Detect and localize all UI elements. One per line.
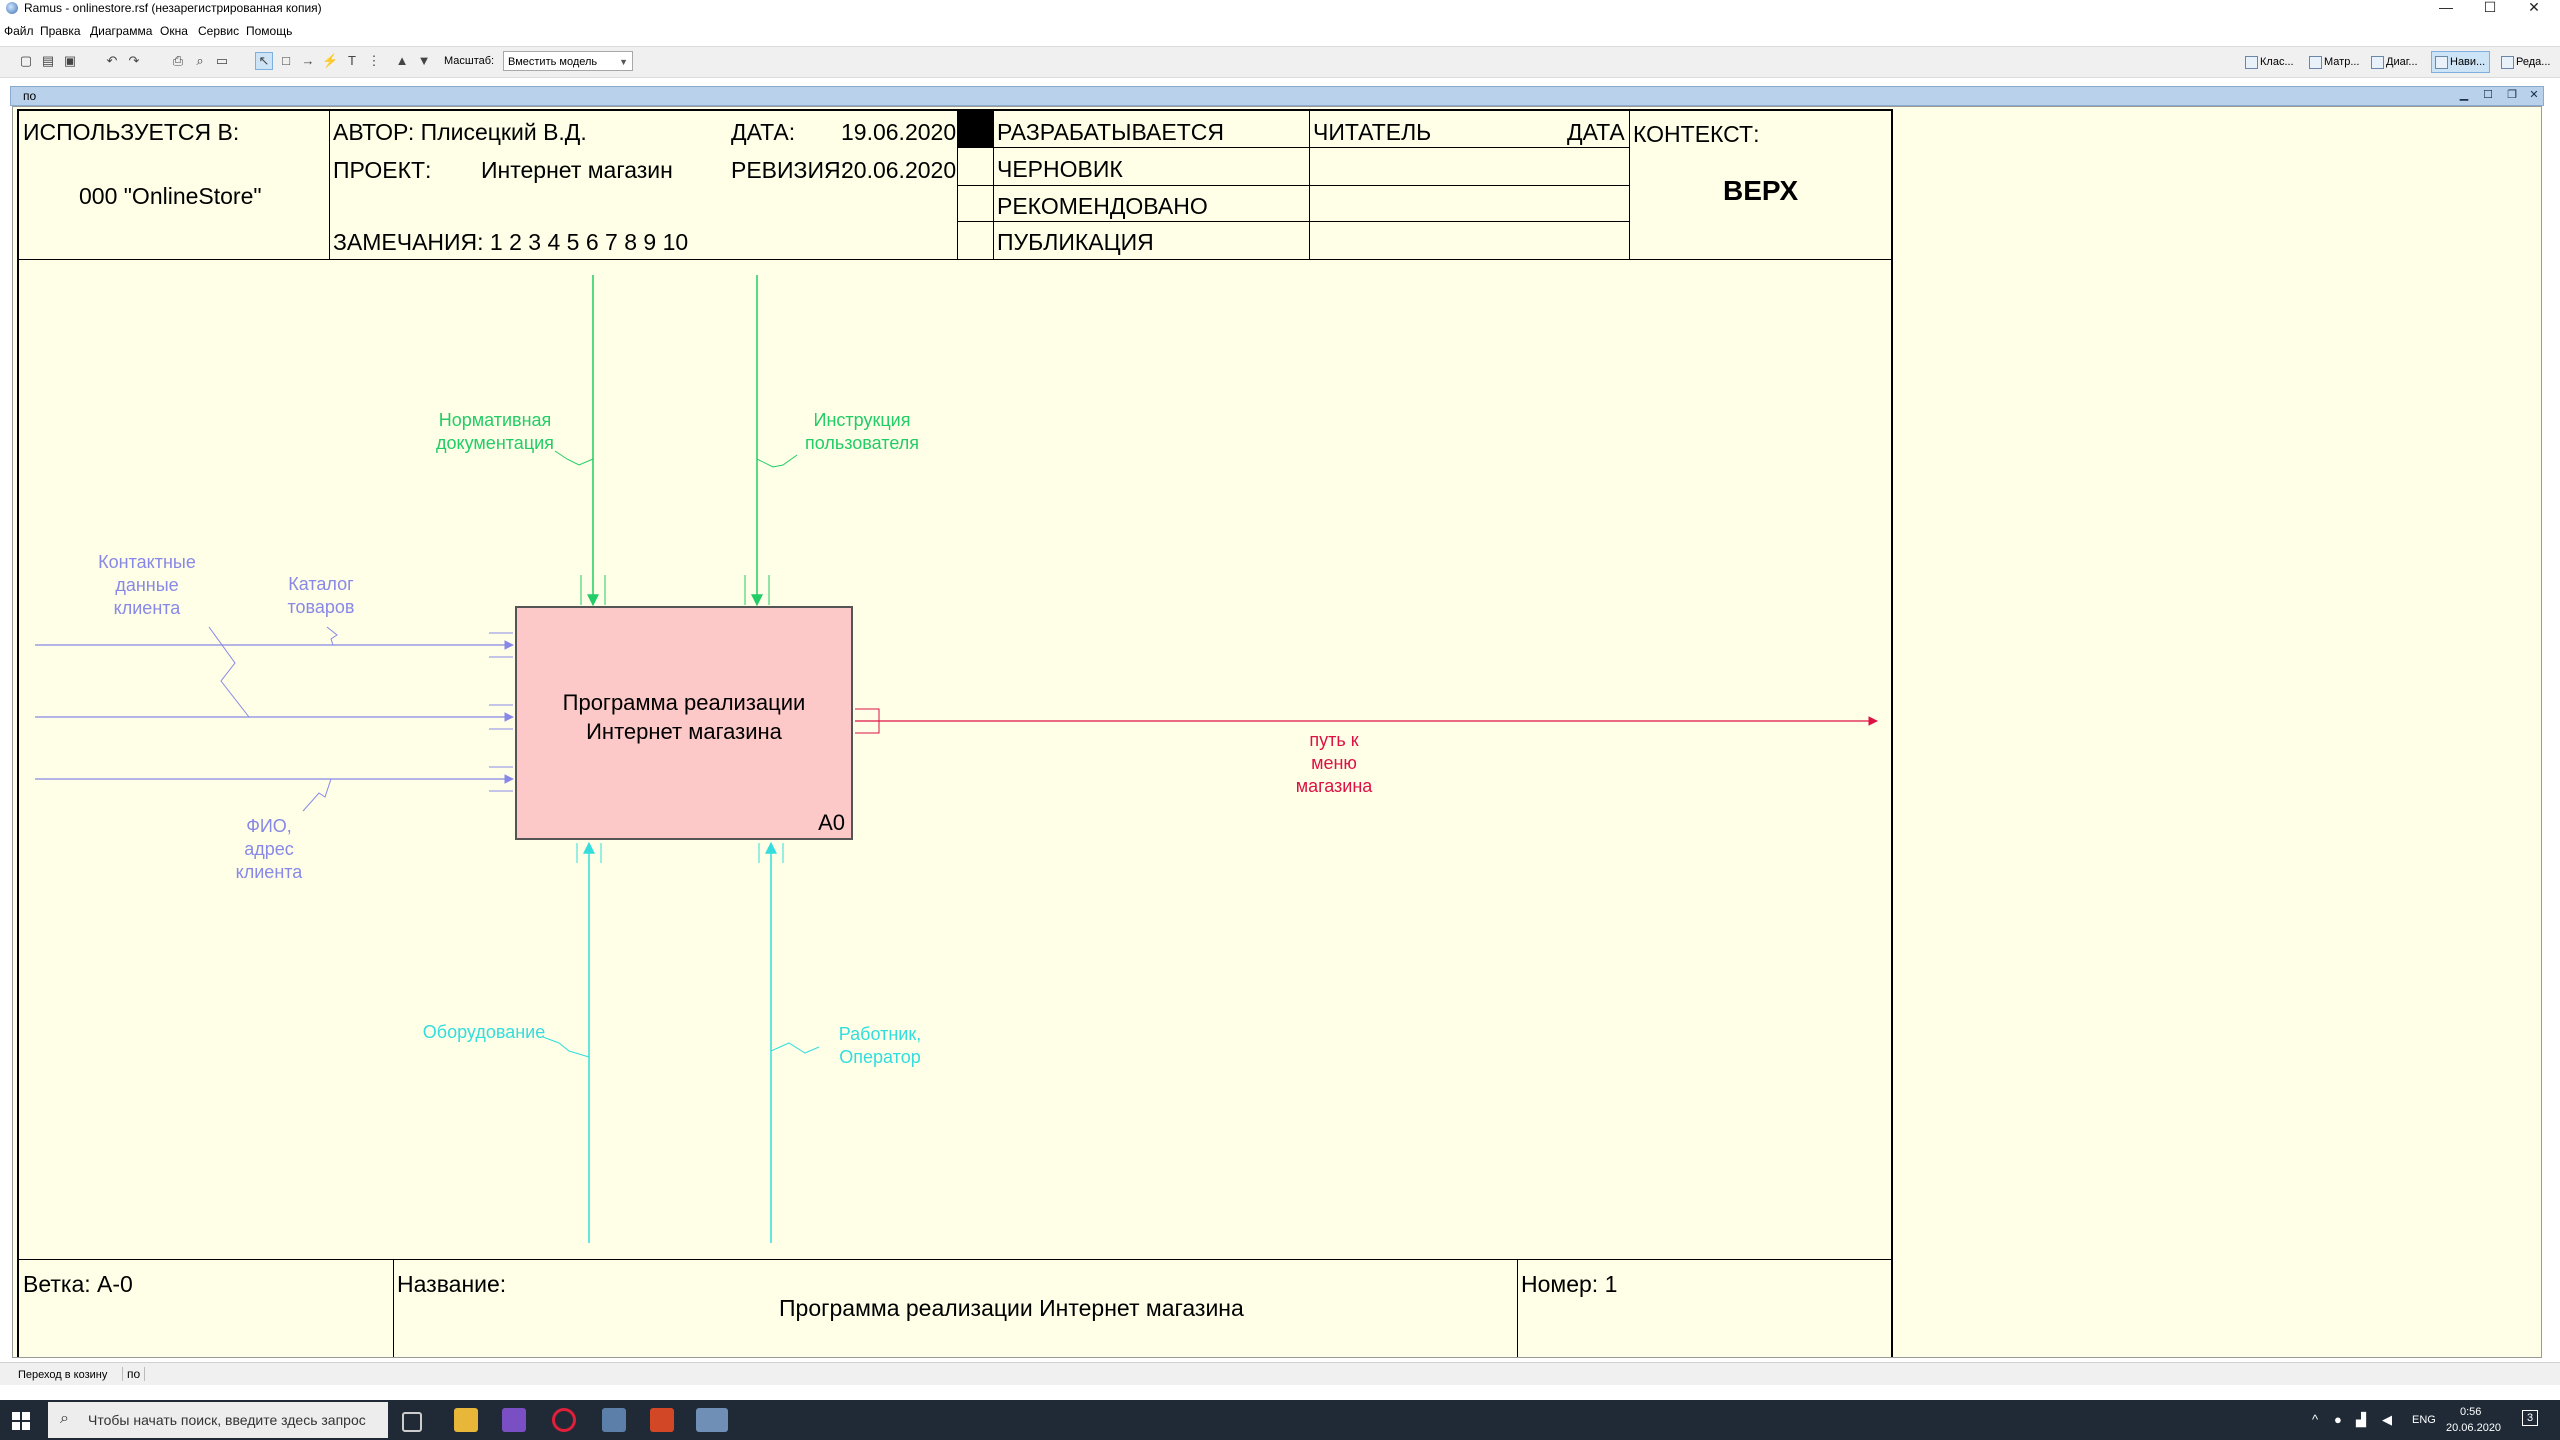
file-explorer-icon[interactable]: [454, 1408, 478, 1432]
menu-diagram[interactable]: Диаграмма: [90, 24, 152, 38]
redo-icon[interactable]: ↷: [126, 53, 142, 69]
status-bar: Переход в козину по: [0, 1362, 2560, 1385]
print-preview-icon[interactable]: ⌕: [192, 53, 208, 69]
tray-chevron-icon[interactable]: ^: [2312, 1412, 2318, 1427]
microphone-icon[interactable]: ●: [2334, 1412, 2342, 1427]
doc-maximize-icon[interactable]: ☐: [2481, 89, 2495, 101]
activity-box-a0[interactable]: Программа реализации Интернет магазина A…: [515, 606, 853, 840]
scale-label: Масштаб:: [444, 55, 495, 67]
windows-start-icon[interactable]: [12, 1412, 30, 1430]
save-icon[interactable]: ▣: [62, 53, 78, 69]
input-label-2[interactable]: Каталог товаров: [271, 573, 371, 619]
taskbar: ⌕ Чтобы начать поиск, введите здесь запр…: [0, 1400, 2560, 1440]
input-squiggle-3: [302, 778, 332, 812]
menu-windows[interactable]: Окна: [160, 24, 188, 38]
status-left: Переход в козину: [18, 1369, 108, 1381]
activity-box-number: A0: [818, 810, 845, 835]
document-name: по: [23, 89, 37, 103]
tab-editor[interactable]: Реда...: [2498, 52, 2554, 72]
mechanism-squiggle-2: [770, 1042, 820, 1054]
notifications-count: 3: [2527, 1412, 2534, 1424]
ramus-taskbar-icon[interactable]: [696, 1408, 728, 1432]
new-file-icon[interactable]: ▢: [18, 53, 34, 69]
app-icon: [6, 2, 18, 14]
close-button[interactable]: ✕: [2514, 0, 2554, 16]
input-squiggle-2: [326, 626, 338, 646]
task-view-icon[interactable]: [402, 1412, 422, 1432]
input-label-3[interactable]: ФИО, адрес клиента: [219, 815, 319, 884]
menu-bar: Файл Правка Диаграмма Окна Сервис Помощь: [0, 22, 2560, 40]
go-up-icon[interactable]: ▲: [394, 53, 410, 69]
arrow-tool-icon[interactable]: →: [300, 53, 316, 69]
visual-studio-icon[interactable]: [502, 1408, 526, 1432]
squiggle-tool-icon[interactable]: ⚡: [322, 53, 338, 69]
app-icon-taskbar[interactable]: [602, 1408, 626, 1432]
input-label-1[interactable]: Контактные данные клиента: [77, 551, 217, 620]
output-label-1[interactable]: путь к меню магазина: [1279, 729, 1389, 798]
open-file-icon[interactable]: ▤: [40, 53, 56, 69]
mechanism-label-2[interactable]: Работник, Оператор: [825, 1023, 935, 1069]
diagram-canvas[interactable]: ИСПОЛЬЗУЕТСЯ В: 000 "OnlineStore" АВТОР:…: [12, 106, 2542, 1358]
control-label-1[interactable]: Нормативная документация: [417, 409, 573, 455]
control-label-2[interactable]: Инструкция пользователя: [799, 409, 925, 455]
powerpoint-icon[interactable]: [650, 1408, 674, 1432]
menu-help[interactable]: Помощь: [246, 24, 292, 38]
menu-file[interactable]: Файл: [4, 24, 34, 38]
menu-edit[interactable]: Правка: [40, 24, 81, 38]
control-squiggle-2: [756, 454, 798, 468]
menu-service[interactable]: Сервис: [198, 24, 239, 38]
taskbar-search[interactable]: ⌕ Чтобы начать поиск, введите здесь запр…: [48, 1402, 388, 1438]
opera-icon[interactable]: [552, 1408, 576, 1432]
language-indicator[interactable]: ENG: [2412, 1414, 2436, 1426]
notifications-icon[interactable]: 3: [2522, 1410, 2539, 1426]
undo-icon[interactable]: ↶: [104, 53, 120, 69]
pointer-tool-icon[interactable]: ↖: [255, 52, 273, 70]
go-down-icon[interactable]: ▼: [416, 53, 432, 69]
doc-minimize-icon[interactable]: ▁: [2457, 89, 2471, 101]
scale-select-value: Вместить модель: [508, 56, 598, 68]
status-tab[interactable]: по: [122, 1367, 146, 1381]
mechanism-label-1[interactable]: Оборудование: [407, 1021, 561, 1044]
title-bar: Ramus - onlinestore.rsf (незарегистриров…: [0, 0, 2560, 16]
maximize-button[interactable]: ☐: [2470, 0, 2510, 16]
arrows-layer: [35, 275, 1878, 1243]
chevron-down-icon: ▼: [619, 57, 628, 67]
search-placeholder: Чтобы начать поиск, введите здесь запрос: [88, 1412, 366, 1428]
clock-date[interactable]: 20.06.2020: [2446, 1422, 2501, 1434]
scale-select[interactable]: Вместить модель ▼: [503, 51, 633, 71]
input-squiggle-1: [208, 626, 250, 718]
activity-box-title: Программа реализации Интернет магазина: [562, 690, 806, 744]
box-tool-icon[interactable]: □: [278, 53, 294, 69]
doc-close-icon[interactable]: ✕: [2527, 89, 2541, 101]
tab-matrix[interactable]: Матр...: [2306, 52, 2364, 72]
toolbar: ▢ ▤ ▣ ↶ ↷ ⎙ ⌕ ▭ ↖ □ → ⚡ T ⋮ ▲ ▼ Масштаб:…: [0, 46, 2560, 78]
text-tool-icon[interactable]: T: [344, 53, 360, 69]
clock-time[interactable]: 0:56: [2460, 1406, 2481, 1418]
grid-tool-icon[interactable]: ⋮: [366, 53, 382, 69]
idef0-diagram: Нормативная документация Инструкция поль…: [13, 107, 1893, 1357]
minimize-button[interactable]: —: [2426, 0, 2466, 16]
network-icon[interactable]: ▟: [2356, 1412, 2366, 1428]
document-window-bar: по ▁ ☐ ❐ ✕: [10, 86, 2544, 106]
tab-navigator[interactable]: Нави...: [2430, 51, 2491, 73]
tab-classifiers[interactable]: Клас...: [2242, 52, 2298, 72]
tab-diagrams[interactable]: Диаг...: [2368, 52, 2422, 72]
window-title: Ramus - onlinestore.rsf (незарегистриров…: [24, 1, 322, 15]
page-setup-icon[interactable]: ▭: [214, 53, 230, 69]
search-icon: ⌕: [60, 1410, 69, 1427]
print-icon[interactable]: ⎙: [170, 53, 186, 69]
doc-restore-icon[interactable]: ❐: [2505, 89, 2519, 101]
volume-icon[interactable]: ◀: [2382, 1412, 2392, 1428]
